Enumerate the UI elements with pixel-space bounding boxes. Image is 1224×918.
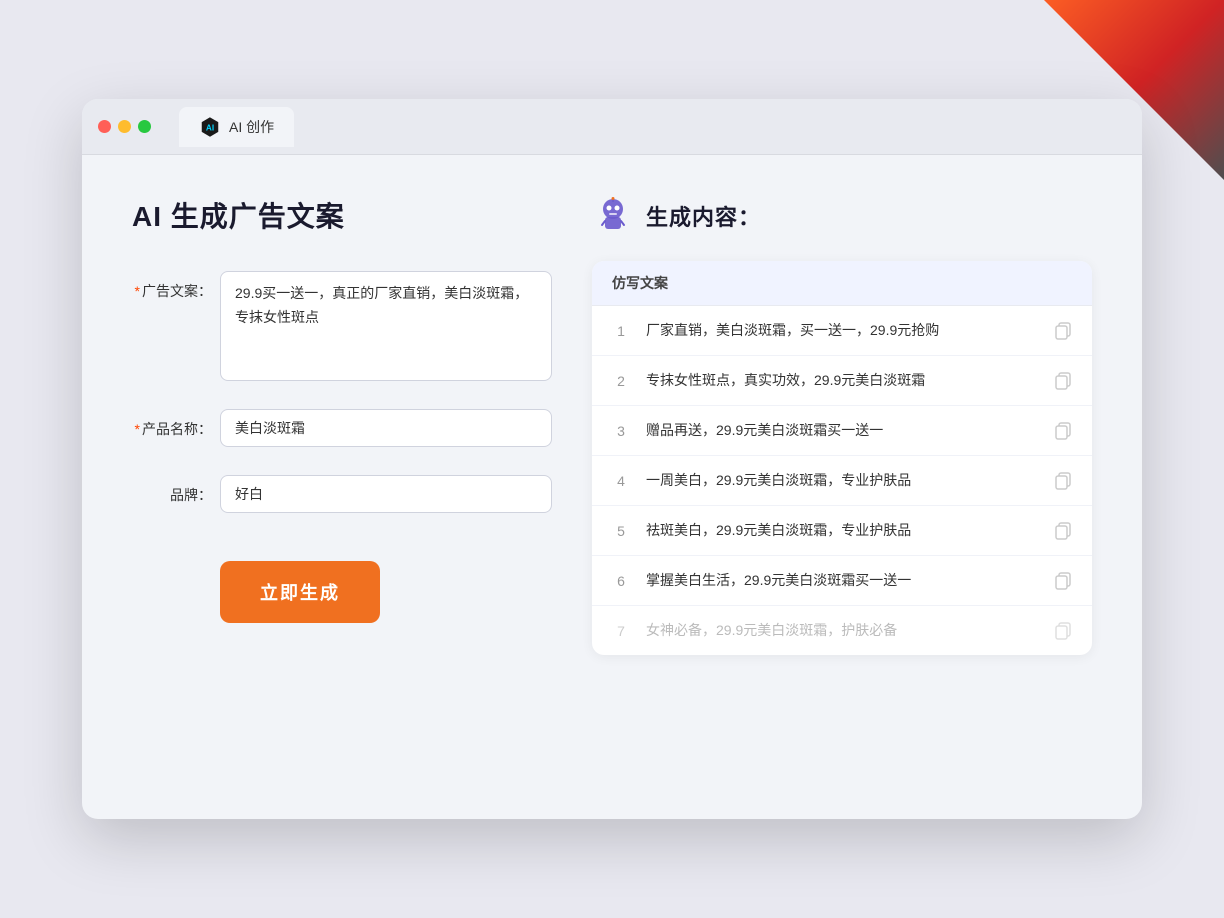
copy-icon[interactable] [1054,372,1072,390]
row-text: 专抹女性斑点，真实功效，29.9元美白淡斑霜 [646,370,1038,391]
page-title: AI 生成广告文案 [132,195,552,235]
required-star-product: * [135,421,140,437]
copy-icon[interactable] [1054,622,1072,640]
row-num: 6 [612,573,630,589]
product-input[interactable] [220,409,552,447]
form-row-ad-copy: *广告文案： 29.9买一送一，真正的厂家直销，美白淡斑霜，专抹女性斑点 [132,271,552,381]
result-table: 仿写文案 1 厂家直销，美白淡斑霜，买一送一，29.9元抢购 2 专抹女性斑点，… [592,261,1092,655]
ai-tab-icon: AI [199,116,221,138]
table-header: 仿写文案 [592,261,1092,306]
result-title: 生成内容： [646,200,761,232]
required-star-ad: * [135,283,140,299]
ad-copy-label: *广告文案： [132,271,212,301]
content-area: AI 生成广告文案 *广告文案： 29.9买一送一，真正的厂家直销，美白淡斑霜，… [82,155,1142,815]
row-num: 4 [612,473,630,489]
row-text: 赠品再送，29.9元美白淡斑霜买一送一 [646,420,1038,441]
row-text: 一周美白，29.9元美白淡斑霜，专业护肤品 [646,470,1038,491]
row-num: 5 [612,523,630,539]
row-num: 1 [612,323,630,339]
tab-bar: AI AI 创作 [179,107,294,147]
ad-copy-input[interactable]: 29.9买一送一，真正的厂家直销，美白淡斑霜，专抹女性斑点 [220,271,552,381]
copy-icon[interactable] [1054,422,1072,440]
traffic-light-green[interactable] [138,120,151,133]
browser-chrome: AI AI 创作 [82,99,1142,155]
row-text: 掌握美白生活，29.9元美白淡斑霜买一送一 [646,570,1038,591]
tab-title: AI 创作 [229,117,274,137]
product-label: *产品名称： [132,409,212,439]
left-panel: AI 生成广告文案 *广告文案： 29.9买一送一，真正的厂家直销，美白淡斑霜，… [132,195,552,775]
copy-icon[interactable] [1054,472,1072,490]
right-panel: 生成内容： 仿写文案 1 厂家直销，美白淡斑霜，买一送一，29.9元抢购 2 [592,195,1092,775]
generate-button[interactable]: 立即生成 [220,561,380,623]
brand-input[interactable] [220,475,552,513]
row-num: 2 [612,373,630,389]
copy-icon[interactable] [1054,522,1072,540]
table-row: 3 赠品再送，29.9元美白淡斑霜买一送一 [592,406,1092,456]
table-row: 2 专抹女性斑点，真实功效，29.9元美白淡斑霜 [592,356,1092,406]
row-num: 3 [612,423,630,439]
robot-icon [592,195,634,237]
form-row-product: *产品名称： [132,409,552,447]
row-text: 女神必备，29.9元美白淡斑霜，护肤必备 [646,620,1038,641]
result-header: 生成内容： [592,195,1092,237]
brand-label: 品牌： [132,475,212,505]
table-row: 1 厂家直销，美白淡斑霜，买一送一，29.9元抢购 [592,306,1092,356]
form-row-brand: 品牌： [132,475,552,513]
tab-ai-creation[interactable]: AI AI 创作 [179,107,294,147]
table-row: 6 掌握美白生活，29.9元美白淡斑霜买一送一 [592,556,1092,606]
copy-icon[interactable] [1054,322,1072,340]
copy-icon[interactable] [1054,572,1072,590]
browser-window: AI AI 创作 AI 生成广告文案 *广告文案： 29.9买一送一，真正的厂家… [82,99,1142,819]
row-text: 厂家直销，美白淡斑霜，买一送一，29.9元抢购 [646,320,1038,341]
row-num: 7 [612,623,630,639]
traffic-lights [98,120,151,133]
table-row: 5 祛斑美白，29.9元美白淡斑霜，专业护肤品 [592,506,1092,556]
table-row: 4 一周美白，29.9元美白淡斑霜，专业护肤品 [592,456,1092,506]
svg-text:AI: AI [206,123,214,132]
table-row: 7 女神必备，29.9元美白淡斑霜，护肤必备 [592,606,1092,655]
traffic-light-yellow[interactable] [118,120,131,133]
row-text: 祛斑美白，29.9元美白淡斑霜，专业护肤品 [646,520,1038,541]
traffic-light-red[interactable] [98,120,111,133]
